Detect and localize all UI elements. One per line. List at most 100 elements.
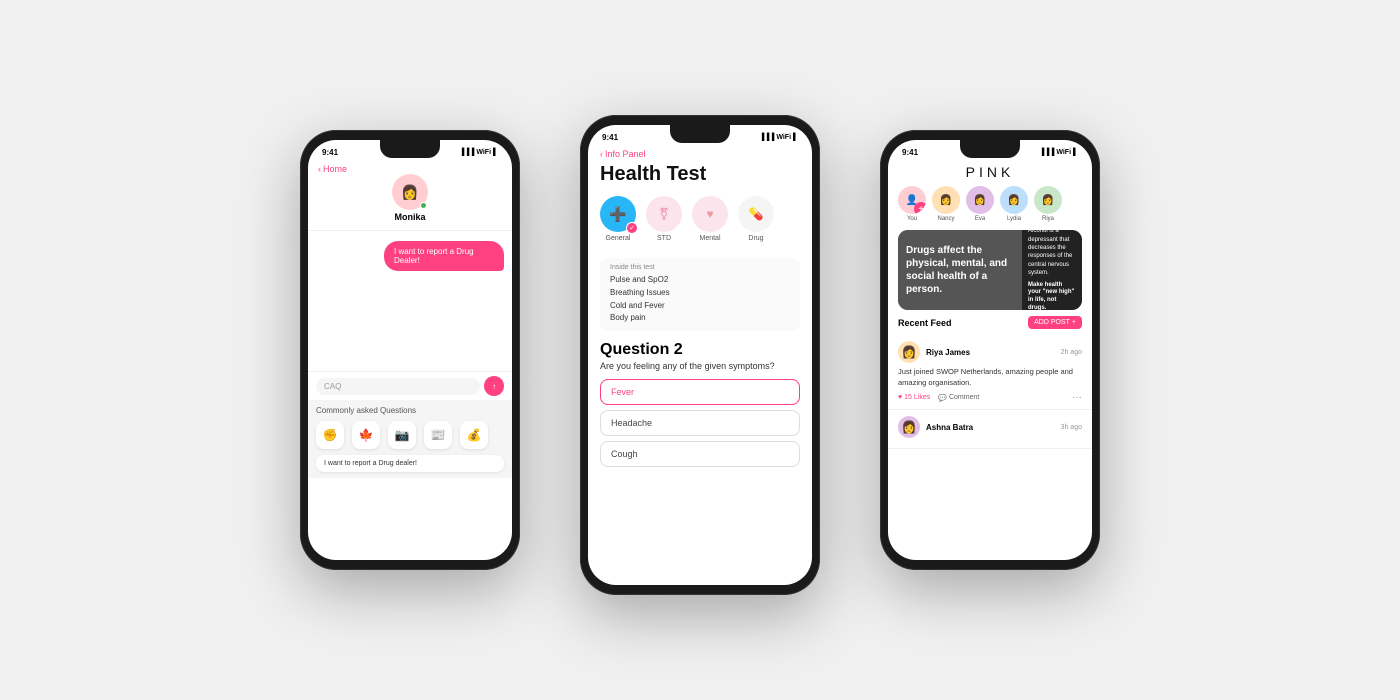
more-options-1[interactable]: ··· — [1072, 392, 1082, 403]
banner-side: Alcohol is a depressant that decreases t… — [1022, 230, 1082, 310]
story-name-nancy: Nancy — [937, 216, 954, 222]
faq-icon-photo[interactable]: 📷 — [388, 421, 416, 449]
symptom-fever[interactable]: Fever — [600, 379, 800, 405]
health-header: ‹ Info Panel Health Test ➕ ✓ General ⚧ — [588, 145, 812, 258]
pink-header: PINK — [888, 160, 1092, 186]
chat-header: ‹ Home 👩 Monika — [308, 160, 512, 231]
std-label: STD — [657, 235, 671, 242]
faq-icon-news[interactable]: 📰 — [424, 421, 452, 449]
story-name-lydia: Lydia — [1007, 216, 1021, 222]
plus-icon: ➕ — [609, 206, 626, 223]
story-lydia[interactable]: 👩 Lydia — [1000, 186, 1028, 222]
story-you[interactable]: 👤 + You — [898, 186, 926, 222]
phone-3-pink: 9:41 ▐▐▐ WiFi ▌ PINK 👤 + You 👩 — [880, 130, 1100, 570]
back-label: Home — [323, 164, 347, 174]
health-test-title: Health Test — [600, 163, 800, 186]
fever-label: Fever — [611, 387, 634, 397]
banner-main-text: Drugs affect the physical, mental, and s… — [906, 244, 1014, 296]
story-name-riya: Riya — [1042, 216, 1054, 222]
question-section: Question 2 Are you feeling any of the gi… — [588, 341, 812, 467]
chat-input[interactable]: CAQ — [316, 378, 480, 395]
post-avatar-riya: 👩 — [898, 341, 920, 363]
faq-section: Commonly asked Questions ✊ 🍁 📷 📰 💰 I wan… — [308, 400, 512, 478]
status-icons-2: ▐▐▐ WiFi ▌ — [759, 134, 798, 141]
cough-label: Cough — [611, 449, 638, 459]
category-drug[interactable]: 💊 Drug — [738, 196, 774, 242]
feed-post-1: 👩 Riya James 2h ago Just joined SWOP Net… — [888, 335, 1092, 410]
faq-icon-marijuana[interactable]: 🍁 — [352, 421, 380, 449]
post-header-2: 👩 Ashna Batra 3h ago — [898, 416, 1082, 438]
post-actions-1: ♥ 15 Likes 💬 Comment ··· — [898, 392, 1082, 403]
faq-icon-drugs[interactable]: ✊ — [316, 421, 344, 449]
back-chevron-icon-2: ‹ — [600, 149, 603, 159]
story-avatar-riya: 👩 — [1034, 186, 1062, 214]
std-icon: ⚧ — [646, 196, 682, 232]
symptom-cough[interactable]: Cough — [600, 441, 800, 467]
add-post-label: ADD POST — [1034, 319, 1070, 326]
online-indicator — [420, 202, 427, 209]
story-nancy[interactable]: 👩 Nancy — [932, 186, 960, 222]
recent-feed-header: Recent Feed ADD POST + — [888, 316, 1092, 335]
back-label-2: Info Panel — [605, 149, 646, 159]
story-name-you: You — [907, 216, 917, 222]
status-time-3: 9:41 — [902, 148, 918, 157]
health-back-button[interactable]: ‹ Info Panel — [600, 149, 800, 159]
post-content-1: Just joined SWOP Netherlands, amazing pe… — [898, 367, 1082, 388]
check-badge: ✓ — [626, 222, 638, 234]
inside-item-2: Breathing Issues — [610, 287, 790, 300]
status-icons-3: ▐▐▐ WiFi ▌ — [1039, 149, 1078, 156]
post-avatar-ashna: 👩 — [898, 416, 920, 438]
story-avatar-you: 👤 + — [898, 186, 926, 214]
comment-button-1[interactable]: 💬 Comment — [938, 394, 979, 402]
plus-icon-post: + — [1072, 319, 1076, 326]
symptom-headache[interactable]: Headache — [600, 410, 800, 436]
wifi-icon: WiFi — [476, 149, 491, 156]
battery-icon: ▌ — [493, 149, 498, 156]
signal-icon-3: ▐▐▐ — [1039, 149, 1054, 156]
post-author-1: Riya James — [926, 348, 1055, 357]
comment-label-1: Comment — [949, 394, 979, 401]
post-time-2: 3h ago — [1061, 424, 1082, 431]
story-eva[interactable]: 👩 Eva — [966, 186, 994, 222]
notch-3 — [960, 140, 1020, 158]
chat-back-button[interactable]: ‹ Home — [308, 164, 357, 174]
feed-banner: Drugs affect the physical, mental, and s… — [898, 230, 1082, 310]
banner-main: Drugs affect the physical, mental, and s… — [898, 230, 1022, 310]
post-time-1: 2h ago — [1061, 349, 1082, 356]
faq-suggestion[interactable]: I want to report a Drug dealer! — [316, 455, 504, 472]
signal-icon: ▐▐▐ — [459, 149, 474, 156]
story-riya[interactable]: 👩 Riya — [1034, 186, 1062, 222]
banner-cta-text: Make health your "new high" in life, not… — [1028, 282, 1076, 310]
faq-icons-row: ✊ 🍁 📷 📰 💰 — [316, 421, 504, 449]
status-icons-1: ▐▐▐ WiFi ▌ — [459, 149, 498, 156]
battery-icon-2: ▌ — [793, 134, 798, 141]
health-categories: ➕ ✓ General ⚧ STD ♥ Mental — [600, 196, 800, 242]
status-time-1: 9:41 — [322, 148, 338, 157]
inside-item-4: Body pain — [610, 312, 790, 325]
story-avatar-eva: 👩 — [966, 186, 994, 214]
story-avatar-nancy: 👩 — [932, 186, 960, 214]
likes-button-1[interactable]: ♥ 15 Likes — [898, 394, 930, 401]
wifi-icon-3: WiFi — [1056, 149, 1071, 156]
category-std[interactable]: ⚧ STD — [646, 196, 682, 242]
feed-post-2: 👩 Ashna Batra 3h ago — [888, 410, 1092, 449]
question-text: Are you feeling any of the given symptom… — [600, 361, 800, 371]
comment-icon: 💬 — [938, 394, 947, 402]
add-post-button[interactable]: ADD POST + — [1028, 316, 1082, 329]
inside-item-3: Cold and Fever — [610, 300, 790, 313]
recent-feed-title: Recent Feed — [898, 318, 952, 328]
headache-label: Headache — [611, 418, 652, 428]
avatar-emoji: 👩 — [401, 184, 418, 201]
battery-icon-3: ▌ — [1073, 149, 1078, 156]
mental-icon: ♥ — [692, 196, 728, 232]
send-button[interactable]: ↑ — [484, 376, 504, 396]
status-time-2: 9:41 — [602, 133, 618, 142]
chat-user-name: Monika — [394, 212, 425, 222]
category-mental[interactable]: ♥ Mental — [692, 196, 728, 242]
chat-messages-area: I want to report a Drug Dealer! — [308, 231, 512, 371]
faq-icon-money[interactable]: 💰 — [460, 421, 488, 449]
category-general[interactable]: ➕ ✓ General — [600, 196, 636, 242]
pink-logo: PINK — [900, 164, 1080, 180]
wifi-icon-2: WiFi — [776, 134, 791, 141]
faq-title: Commonly asked Questions — [316, 406, 504, 415]
